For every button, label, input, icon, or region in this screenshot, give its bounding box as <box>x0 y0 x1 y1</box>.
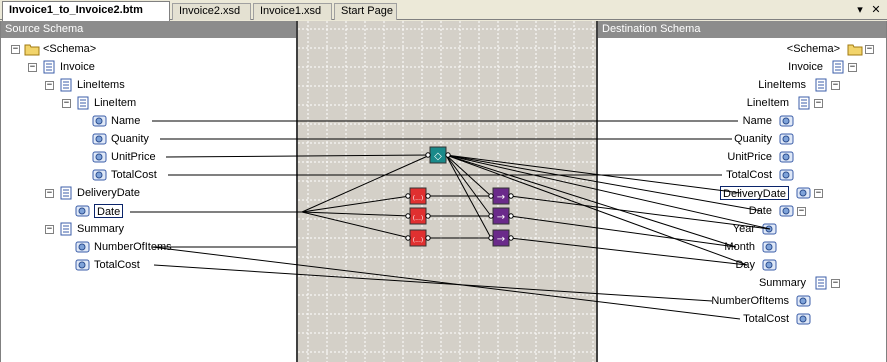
tab-label: Invoice1.xsd <box>260 5 322 17</box>
field-icon <box>762 258 778 272</box>
field-icon <box>796 294 812 308</box>
expander-icon[interactable]: − <box>28 63 37 72</box>
field-icon <box>92 114 108 128</box>
tab-label: Invoice2.xsd <box>179 5 241 17</box>
mapper-grid[interactable] <box>298 21 596 362</box>
tab-dropdown-icon[interactable]: ▾ <box>853 3 867 17</box>
expander-icon[interactable]: − <box>45 189 54 198</box>
field-icon <box>92 150 108 164</box>
expander-icon[interactable]: − <box>848 63 857 72</box>
grid-lines <box>298 21 596 362</box>
folder-icon <box>24 42 40 56</box>
field-icon <box>779 132 795 146</box>
expander-icon[interactable]: − <box>45 81 54 90</box>
destination-node-unitprice[interactable]: UnitPrice <box>727 150 772 164</box>
source-node-quanity[interactable]: Quanity <box>111 132 149 146</box>
document-tab-strip: Invoice1_to_Invoice2.btm Invoice2.xsd In… <box>0 0 887 21</box>
record-icon <box>75 96 91 110</box>
source-node-invoice[interactable]: Invoice <box>60 60 95 74</box>
field-icon <box>762 240 778 254</box>
expander-icon[interactable]: − <box>62 99 71 108</box>
tab-invoice1-xsd[interactable]: Invoice1.xsd <box>253 3 332 20</box>
record-icon <box>58 78 74 92</box>
field-icon <box>779 114 795 128</box>
expander-icon[interactable]: − <box>45 225 54 234</box>
expander-icon[interactable]: − <box>797 207 806 216</box>
destination-node-year[interactable]: Year <box>733 222 755 236</box>
destination-node-totalcost[interactable]: TotalCost <box>726 168 772 182</box>
record-icon <box>796 96 812 110</box>
destination-node-date[interactable]: Date <box>749 204 772 218</box>
source-node-date[interactable]: Date <box>94 204 124 218</box>
field-icon <box>779 204 795 218</box>
destination-node-lineitems[interactable]: LineItems <box>758 78 806 92</box>
destination-node-month[interactable]: Month <box>724 240 755 254</box>
source-node-totalcost[interactable]: TotalCost <box>111 168 157 182</box>
destination-node-schema[interactable]: <Schema> <box>787 42 840 56</box>
destination-node-quanity[interactable]: Quanity <box>734 132 772 146</box>
field-icon <box>796 186 812 200</box>
source-node-numberofitems[interactable]: NumberOfItems <box>94 240 172 254</box>
expander-icon[interactable]: − <box>865 45 874 54</box>
field-icon <box>796 312 812 326</box>
expander-icon[interactable]: − <box>11 45 20 54</box>
source-node-schema[interactable]: <Schema> <box>43 42 96 56</box>
source-schema-header: Source Schema <box>1 21 296 38</box>
destination-node-deliverydate[interactable]: DeliveryDate <box>720 186 789 200</box>
source-node-deliverydate[interactable]: DeliveryDate <box>77 186 140 200</box>
field-icon <box>92 168 108 182</box>
source-node-lineitem[interactable]: LineItem <box>94 96 136 110</box>
record-icon <box>58 222 74 236</box>
record-icon <box>813 78 829 92</box>
destination-node-numberofitems[interactable]: NumberOfItems <box>711 294 789 308</box>
destination-node-totalcost2[interactable]: TotalCost <box>743 312 789 326</box>
tab-invoice1-to-invoice2[interactable]: Invoice1_to_Invoice2.btm <box>2 1 170 21</box>
destination-node-summary[interactable]: Summary <box>759 276 806 290</box>
source-schema-pane[interactable]: Source Schema − <Schema> − Invoice − LineItem… <box>0 21 298 362</box>
source-node-name[interactable]: Name <box>111 114 140 128</box>
record-icon <box>813 276 829 290</box>
folder-icon <box>847 42 863 56</box>
destination-schema-pane[interactable]: Destination Schema − <Schema> − Invoice − Lin… <box>596 21 887 362</box>
source-node-lineitems[interactable]: LineItems <box>77 78 125 92</box>
tab-label: Invoice1_to_Invoice2.btm <box>9 4 143 16</box>
field-icon <box>779 150 795 164</box>
expander-icon[interactable]: − <box>814 99 823 108</box>
field-icon <box>762 222 778 236</box>
destination-node-lineitem[interactable]: LineItem <box>747 96 789 110</box>
field-icon <box>75 204 91 218</box>
record-icon <box>58 186 74 200</box>
source-node-unitprice[interactable]: UnitPrice <box>111 150 156 164</box>
destination-node-name[interactable]: Name <box>743 114 772 128</box>
tab-start-page[interactable]: Start Page <box>334 3 397 20</box>
record-icon <box>830 60 846 74</box>
record-icon <box>41 60 57 74</box>
destination-schema-header: Destination Schema <box>598 21 886 38</box>
destination-node-day[interactable]: Day <box>735 258 755 272</box>
source-node-totalcost2[interactable]: TotalCost <box>94 258 140 272</box>
expander-icon[interactable]: − <box>831 279 840 288</box>
field-icon <box>75 258 91 272</box>
tab-label: Start Page <box>341 5 393 17</box>
destination-node-invoice[interactable]: Invoice <box>788 60 823 74</box>
field-icon <box>779 168 795 182</box>
expander-icon[interactable]: − <box>831 81 840 90</box>
tab-invoice2-xsd[interactable]: Invoice2.xsd <box>172 3 251 20</box>
close-icon[interactable]: ✕ <box>869 3 883 17</box>
expander-icon[interactable]: − <box>814 189 823 198</box>
field-icon <box>75 240 91 254</box>
source-node-summary[interactable]: Summary <box>77 222 124 236</box>
field-icon <box>92 132 108 146</box>
